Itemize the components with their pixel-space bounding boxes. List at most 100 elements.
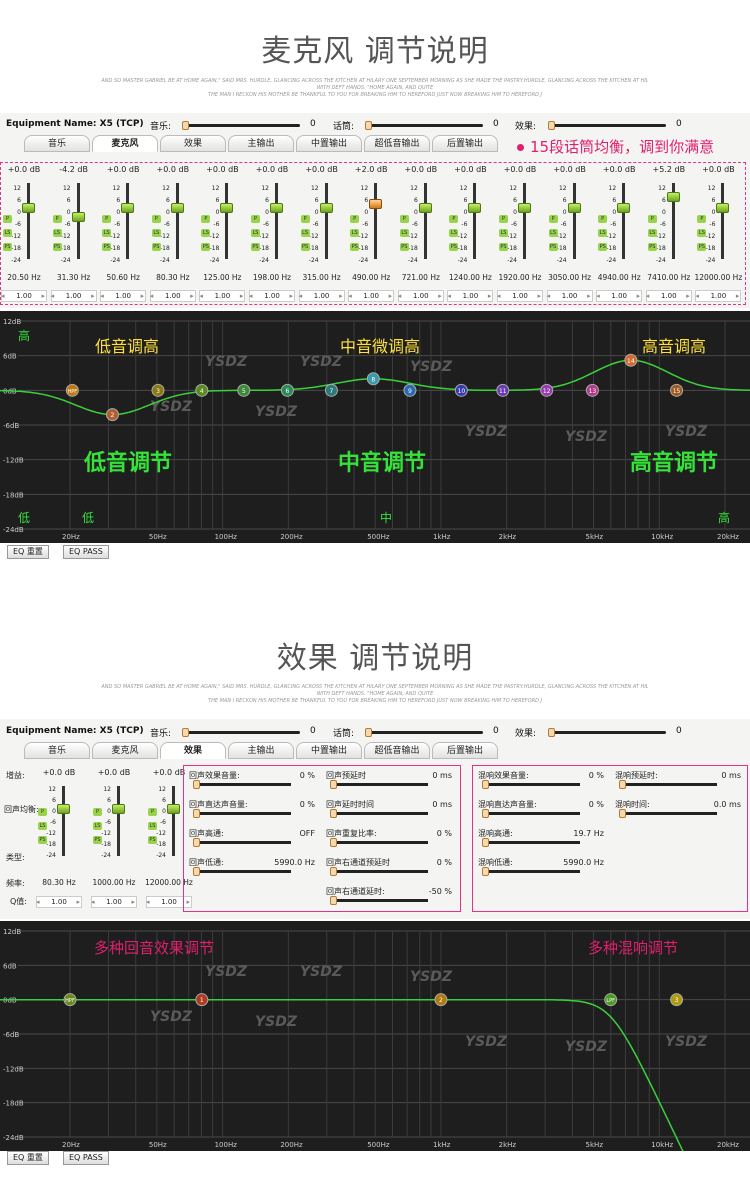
band-fader[interactable] bbox=[270, 183, 283, 259]
ls-icon[interactable]: LS bbox=[151, 229, 161, 237]
band-q-stepper[interactable]: ◂ 1.00 ▸ bbox=[397, 290, 444, 302]
fx-setting-row[interactable]: 混响效果音量: 0 % bbox=[478, 770, 604, 789]
band-fader[interactable] bbox=[418, 183, 432, 259]
fx-setting-row[interactable]: 混响预延时: 0 ms bbox=[615, 770, 741, 789]
band-q-stepper[interactable]: ◂ 1.00 ▸ bbox=[695, 290, 742, 302]
fx-setting-slider[interactable] bbox=[330, 896, 428, 905]
band-q-stepper[interactable]: ◂ 1.00 ▸ bbox=[645, 290, 692, 302]
p-icon[interactable]: P bbox=[151, 215, 161, 223]
p-icon[interactable]: P bbox=[52, 215, 62, 223]
band-q-stepper[interactable]: ◂ 1.00 ▸ bbox=[497, 290, 543, 302]
band-q-stepper[interactable]: ◂ 1.00 ▸ bbox=[91, 896, 137, 908]
mic-slider[interactable] bbox=[365, 121, 483, 130]
band-fader[interactable] bbox=[112, 786, 125, 856]
band-q-stepper[interactable]: ◂ 1.00 ▸ bbox=[1, 290, 47, 302]
ls-icon[interactable]: LS bbox=[201, 229, 211, 237]
ls-icon[interactable]: LS bbox=[52, 229, 62, 237]
p-icon[interactable]: P bbox=[3, 215, 12, 223]
fx-setting-slider[interactable] bbox=[330, 867, 428, 876]
effect-slider[interactable] bbox=[548, 121, 666, 130]
ls-icon[interactable]: LS bbox=[93, 822, 102, 830]
ps-icon[interactable]: PS bbox=[350, 243, 360, 251]
ps-icon[interactable]: PS bbox=[499, 243, 508, 251]
band-fader[interactable] bbox=[220, 183, 234, 259]
band-fader[interactable] bbox=[22, 183, 35, 259]
eq-pass-button-2[interactable]: EQ PASS bbox=[63, 1151, 109, 1165]
eq-reset-button-2[interactable]: EQ 重置 bbox=[7, 1151, 49, 1165]
band-fader[interactable] bbox=[369, 183, 383, 259]
fx-setting-slider[interactable] bbox=[619, 780, 717, 789]
p-icon[interactable]: P bbox=[201, 215, 211, 223]
ps-icon[interactable]: PS bbox=[102, 243, 112, 251]
ps-icon[interactable]: PS bbox=[399, 243, 409, 251]
fx-setting-slider[interactable] bbox=[193, 838, 291, 847]
fx-setting-row[interactable]: 混响低通: 5990.0 Hz bbox=[478, 857, 604, 876]
ls-icon[interactable]: LS bbox=[3, 229, 12, 237]
p-icon[interactable]: P bbox=[38, 808, 47, 816]
fx-setting-row[interactable]: 回声重复比率: 0 % bbox=[326, 828, 452, 847]
fx-setting-slider[interactable] bbox=[193, 867, 291, 876]
fx-setting-slider[interactable] bbox=[193, 780, 291, 789]
fx-setting-slider[interactable] bbox=[482, 809, 580, 818]
tab-center-out[interactable]: 中置输出 bbox=[296, 742, 362, 759]
tab-rear-out[interactable]: 后置输出 bbox=[432, 135, 498, 152]
tab-center-out[interactable]: 中置输出 bbox=[296, 135, 362, 152]
ps-icon[interactable]: PS bbox=[548, 243, 558, 251]
ps-icon[interactable]: PS bbox=[697, 243, 707, 251]
ps-icon[interactable]: PS bbox=[38, 836, 47, 844]
music-slider[interactable] bbox=[182, 121, 300, 130]
band-q-stepper[interactable]: ◂ 1.00 ▸ bbox=[596, 290, 643, 302]
ps-icon[interactable]: PS bbox=[3, 243, 12, 251]
fx-setting-row[interactable]: 混响高通: 19.7 Hz bbox=[478, 828, 604, 847]
p-icon[interactable]: P bbox=[598, 215, 608, 223]
music-slider[interactable] bbox=[182, 728, 300, 737]
band-q-stepper[interactable]: ◂ 1.00 ▸ bbox=[249, 290, 295, 302]
band-q-stepper[interactable]: ◂ 1.00 ▸ bbox=[50, 290, 97, 302]
ls-icon[interactable]: LS bbox=[697, 229, 707, 237]
band-fader[interactable] bbox=[71, 183, 85, 259]
fx-setting-slider[interactable] bbox=[619, 809, 717, 818]
band-q-stepper[interactable]: ◂ 1.00 ▸ bbox=[447, 290, 494, 302]
ls-icon[interactable]: LS bbox=[449, 229, 459, 237]
ls-icon[interactable]: LS bbox=[300, 229, 310, 237]
p-icon[interactable]: P bbox=[102, 215, 112, 223]
ps-icon[interactable]: PS bbox=[151, 243, 161, 251]
ps-icon[interactable]: PS bbox=[300, 243, 310, 251]
fx-setting-slider[interactable] bbox=[330, 809, 428, 818]
fx-setting-slider[interactable] bbox=[482, 780, 580, 789]
fx-setting-row[interactable]: 回声直达声音量: 0 % bbox=[189, 799, 315, 818]
p-icon[interactable]: P bbox=[499, 215, 508, 223]
ps-icon[interactable]: PS bbox=[201, 243, 211, 251]
tab-rear-out[interactable]: 后置输出 bbox=[432, 742, 498, 759]
band-fader[interactable] bbox=[319, 183, 333, 259]
band-q-stepper[interactable]: ◂ 1.00 ▸ bbox=[199, 290, 246, 302]
fx-setting-row[interactable]: 回声右通道预延时 0 % bbox=[326, 857, 452, 876]
ls-icon[interactable]: LS bbox=[399, 229, 409, 237]
tab-effect[interactable]: 效果 bbox=[160, 742, 226, 759]
band-fader[interactable] bbox=[57, 786, 70, 856]
fx-setting-slider[interactable] bbox=[193, 809, 291, 818]
eq-reset-button[interactable]: EQ 重置 bbox=[7, 545, 49, 559]
ps-icon[interactable]: PS bbox=[449, 243, 459, 251]
ls-icon[interactable]: LS bbox=[598, 229, 608, 237]
p-icon[interactable]: P bbox=[148, 808, 157, 816]
tab-music[interactable]: 音乐 bbox=[24, 742, 90, 759]
ls-icon[interactable]: LS bbox=[102, 229, 112, 237]
ps-icon[interactable]: PS bbox=[647, 243, 657, 251]
band-fader[interactable] bbox=[170, 183, 184, 259]
ls-icon[interactable]: LS bbox=[251, 229, 260, 237]
band-fader[interactable] bbox=[617, 183, 631, 259]
fx-setting-row[interactable]: 回声效果音量: 0 % bbox=[189, 770, 315, 789]
tab-mic[interactable]: 麦克风 bbox=[92, 135, 158, 152]
ps-icon[interactable]: PS bbox=[148, 836, 157, 844]
band-q-stepper[interactable]: ◂ 1.00 ▸ bbox=[36, 896, 82, 908]
p-icon[interactable]: P bbox=[647, 215, 657, 223]
p-icon[interactable]: P bbox=[251, 215, 260, 223]
fx-setting-row[interactable]: 混响直达声音量: 0 % bbox=[478, 799, 604, 818]
tab-main-out[interactable]: 主输出 bbox=[228, 135, 294, 152]
mic-slider[interactable] bbox=[365, 728, 483, 737]
band-q-stepper[interactable]: ◂ 1.00 ▸ bbox=[100, 290, 147, 302]
ls-icon[interactable]: LS bbox=[38, 822, 47, 830]
ps-icon[interactable]: PS bbox=[598, 243, 608, 251]
band-q-stepper[interactable]: ◂ 1.00 ▸ bbox=[149, 290, 196, 302]
